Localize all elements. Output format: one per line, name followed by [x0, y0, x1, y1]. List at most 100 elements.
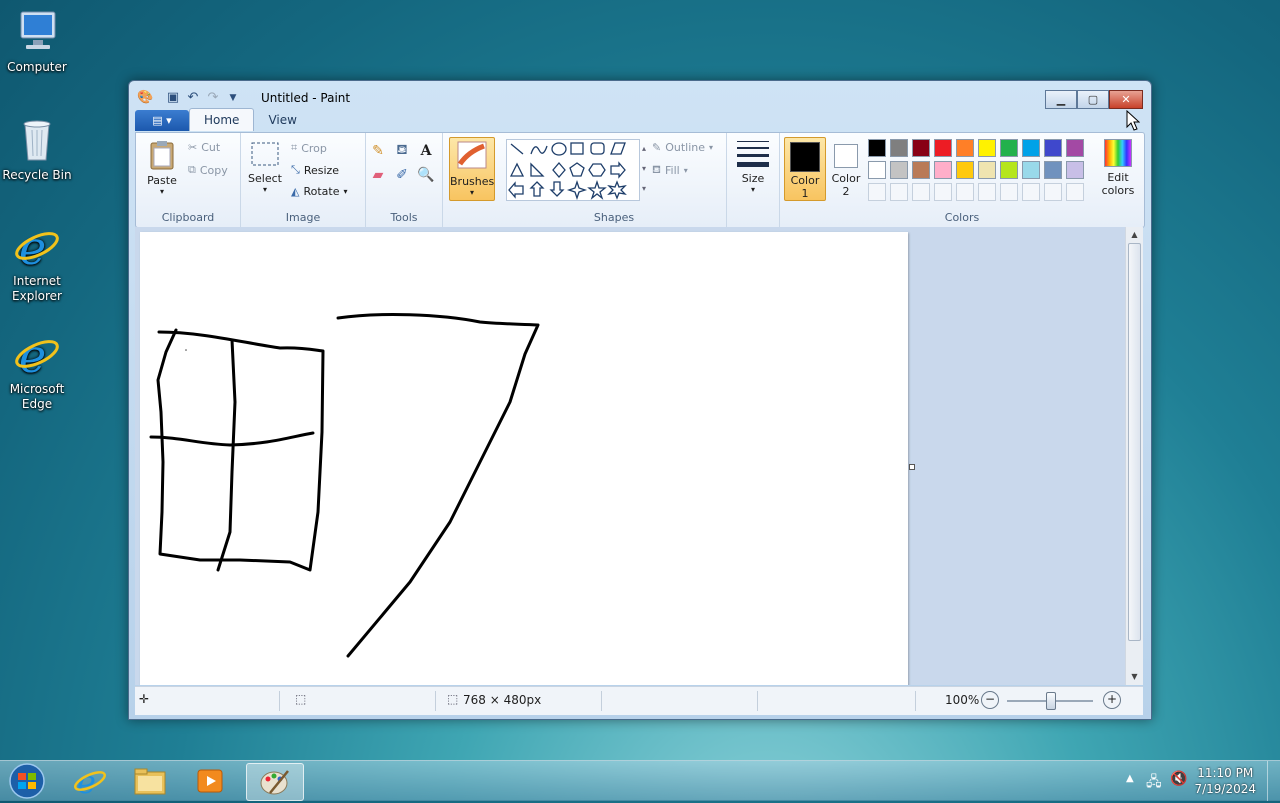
- shapes-gallery[interactable]: [506, 139, 640, 201]
- magnifier-icon[interactable]: 🔍: [416, 165, 436, 185]
- color-swatch[interactable]: [1000, 161, 1018, 179]
- text-tool-icon[interactable]: A: [416, 141, 436, 161]
- color-picker-icon[interactable]: ✐: [392, 165, 412, 185]
- select-icon: [251, 142, 279, 166]
- undo-icon[interactable]: ↶: [185, 90, 201, 106]
- save-icon[interactable]: ▣: [165, 90, 181, 106]
- paste-icon: [150, 141, 174, 170]
- scroll-up-arrow[interactable]: ▲: [1126, 227, 1143, 243]
- minimize-button[interactable]: ▁: [1045, 90, 1077, 109]
- color-swatch[interactable]: [1066, 183, 1084, 201]
- desktop-icon-recycle-bin[interactable]: Recycle Bin: [1, 116, 73, 183]
- color-swatch[interactable]: [1044, 139, 1062, 157]
- color-swatch[interactable]: [1022, 161, 1040, 179]
- color-swatch[interactable]: [1066, 161, 1084, 179]
- color2-button[interactable]: Color 2: [826, 137, 866, 199]
- taskbar-file-explorer[interactable]: [122, 763, 178, 799]
- color-swatch[interactable]: [1000, 139, 1018, 157]
- rotate-icon: ◭: [291, 185, 300, 198]
- color-swatch[interactable]: [890, 139, 908, 157]
- internet-explorer-icon: e: [74, 764, 106, 798]
- color-swatch[interactable]: [1022, 139, 1040, 157]
- color-swatch[interactable]: [1000, 183, 1018, 201]
- tab-view[interactable]: View: [254, 109, 310, 131]
- taskbar-media-player[interactable]: [182, 763, 238, 799]
- shapes-scroll[interactable]: ▴ ▾ ▾: [639, 139, 649, 199]
- color-swatch[interactable]: [978, 183, 996, 201]
- edit-colors-button[interactable]: Edit colors: [1096, 137, 1140, 197]
- volume-muted-icon[interactable]: 🔇: [1170, 771, 1187, 787]
- desktop-icon-computer[interactable]: Computer: [1, 8, 73, 75]
- color-swatch[interactable]: [912, 139, 930, 157]
- paint-app-icon[interactable]: 🎨: [137, 90, 153, 106]
- edit-colors-label: Edit colors: [1101, 171, 1135, 197]
- rotate-label: Rotate: [303, 185, 340, 198]
- tab-home[interactable]: Home: [189, 108, 255, 131]
- brushes-button[interactable]: Brushes ▾: [449, 137, 495, 201]
- zoom-out-button[interactable]: −: [981, 691, 999, 709]
- desktop-icon-internet-explorer[interactable]: e Internet Explorer: [1, 221, 73, 304]
- color2-swatch: [834, 144, 858, 168]
- zoom-slider-thumb[interactable]: [1046, 692, 1056, 710]
- color-swatch[interactable]: [1022, 183, 1040, 201]
- outline-button[interactable]: ✎ Outline ▾: [652, 141, 713, 154]
- color-swatch[interactable]: [890, 161, 908, 179]
- color-swatch[interactable]: [868, 139, 886, 157]
- desktop-icon-microsoft-edge[interactable]: e Microsoft Edge: [1, 329, 73, 412]
- color-swatch[interactable]: [868, 183, 886, 201]
- fill-button[interactable]: ⛾ Fill ▾: [652, 163, 688, 178]
- scroll-thumb[interactable]: [1128, 243, 1141, 641]
- customize-qat-icon[interactable]: ▼: [225, 90, 241, 106]
- pencil-icon[interactable]: ✎: [368, 141, 388, 161]
- select-button[interactable]: Select ▾: [245, 139, 285, 194]
- show-desktop-button[interactable]: [1267, 761, 1280, 801]
- desktop-icon-label: Computer: [7, 60, 67, 74]
- start-button[interactable]: [4, 762, 50, 800]
- desktop-icon-label: Microsoft Edge: [9, 382, 65, 411]
- color-swatch[interactable]: [956, 183, 974, 201]
- taskbar: e ▲ 🖧 🔇 11:10 PM 7/19/2024: [0, 760, 1280, 801]
- color-swatch[interactable]: [978, 139, 996, 157]
- vertical-scrollbar[interactable]: ▲ ▼: [1125, 227, 1143, 685]
- color-swatch[interactable]: [978, 161, 996, 179]
- paste-button[interactable]: Paste ▾: [142, 139, 182, 196]
- color-swatch[interactable]: [912, 183, 930, 201]
- rotate-button[interactable]: ◭ Rotate ▾: [291, 185, 348, 198]
- crop-button[interactable]: ⌗ Crop: [291, 141, 327, 155]
- color-swatch[interactable]: [1044, 161, 1062, 179]
- close-button[interactable]: ✕: [1109, 90, 1143, 109]
- scroll-down-arrow[interactable]: ▼: [1126, 669, 1143, 685]
- resize-button[interactable]: ⤡ Resize: [291, 163, 339, 177]
- color-swatch[interactable]: [890, 183, 908, 201]
- paint-menu-button[interactable]: ▤ ▾: [135, 110, 189, 131]
- show-hidden-icons-button[interactable]: ▲: [1126, 773, 1134, 784]
- color1-button[interactable]: Color 1: [784, 137, 826, 201]
- drawing-canvas[interactable]: [140, 232, 908, 685]
- copy-button[interactable]: ⧉ Copy: [188, 163, 228, 177]
- color-swatch[interactable]: [934, 161, 952, 179]
- color-swatch[interactable]: [956, 161, 974, 179]
- fill-bucket-icon[interactable]: ⛾: [392, 141, 412, 161]
- maximize-button[interactable]: ▢: [1077, 90, 1109, 109]
- network-icon[interactable]: 🖧: [1146, 771, 1162, 795]
- zoom-in-button[interactable]: +: [1103, 691, 1121, 709]
- title-bar[interactable]: 🎨 ▣ ↶ ↷ ▼ Untitled - Paint ▁ ▢ ✕: [129, 81, 1151, 111]
- cut-button[interactable]: ✂ Cut: [188, 141, 220, 154]
- eraser-icon[interactable]: ▰: [368, 165, 388, 185]
- color-swatch[interactable]: [1066, 139, 1084, 157]
- color2-label: Color 2: [831, 172, 861, 198]
- color-swatch[interactable]: [934, 183, 952, 201]
- redo-icon[interactable]: ↷: [205, 90, 221, 106]
- color-swatch[interactable]: [912, 161, 930, 179]
- outline-icon: ✎: [652, 141, 662, 154]
- system-clock[interactable]: 11:10 PM 7/19/2024: [1194, 765, 1256, 797]
- canvas-resize-handle[interactable]: [909, 464, 915, 470]
- color-swatch[interactable]: [956, 139, 974, 157]
- color-swatch[interactable]: [1044, 183, 1062, 201]
- size-button[interactable]: Size ▾: [731, 137, 775, 194]
- mouse-cursor-icon: [1126, 110, 1140, 131]
- color-swatch[interactable]: [868, 161, 886, 179]
- taskbar-paint[interactable]: [246, 763, 304, 801]
- taskbar-internet-explorer[interactable]: e: [62, 763, 118, 799]
- color-swatch[interactable]: [934, 139, 952, 157]
